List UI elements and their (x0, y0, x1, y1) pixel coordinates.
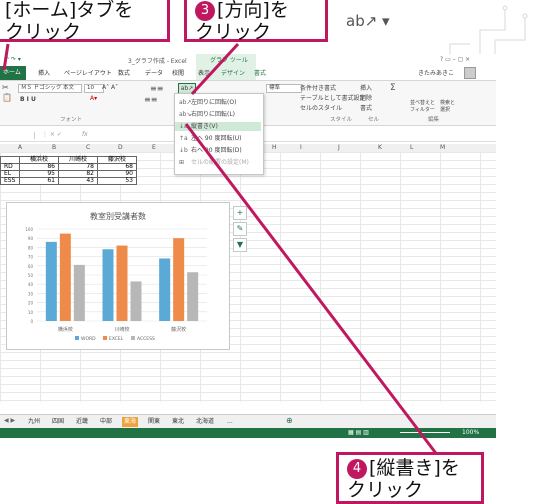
leader-line-4 (184, 123, 440, 457)
step-number-3: 3 (195, 1, 215, 21)
callout-leaders (2, 42, 440, 457)
leader-line-3 (190, 42, 240, 96)
callout-vertical-text: 4 [縦書き]を クリック (336, 452, 484, 504)
orientation-sample-icon: ab↗ ▾ (346, 12, 390, 30)
callout-1-text: [ホーム]タブを クリック (5, 0, 134, 43)
callout-orientation: 3 [方向]を クリック (184, 0, 328, 43)
leader-line-1 (2, 43, 10, 71)
step-number-4: 4 (347, 459, 367, 479)
callout-home-tab: [ホーム]タブを クリック (0, 0, 170, 43)
